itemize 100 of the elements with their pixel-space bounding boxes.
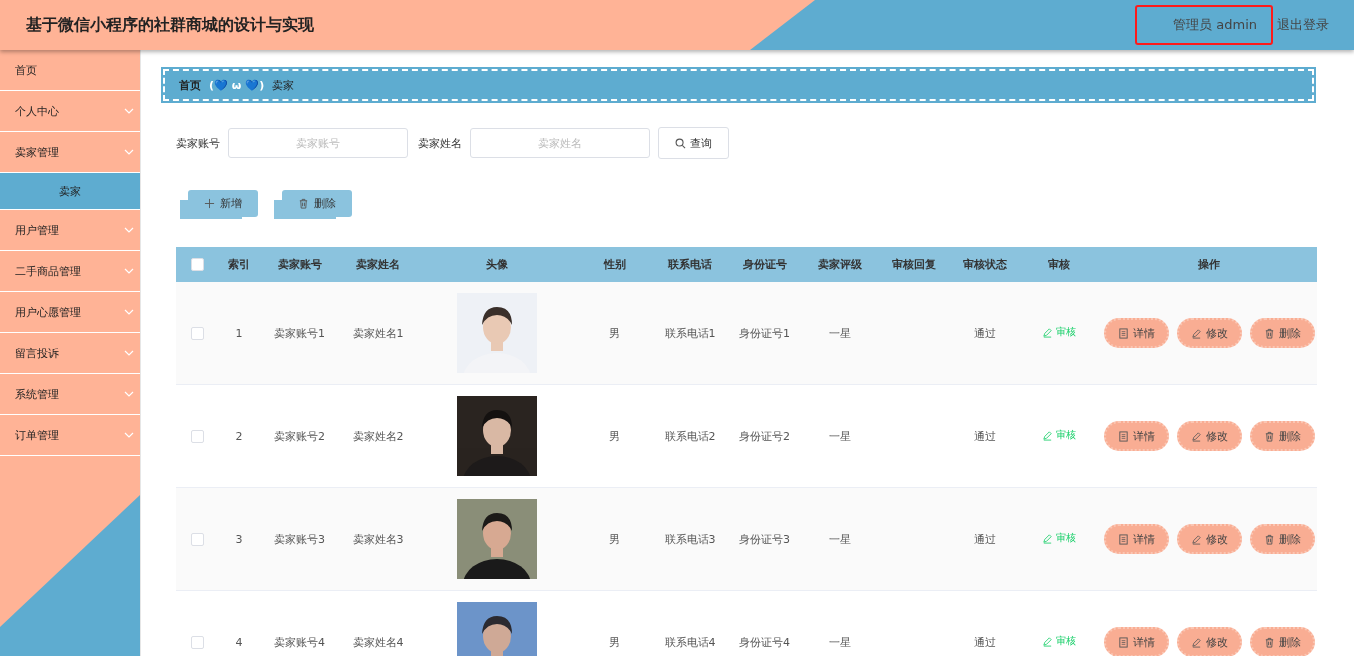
pencil-icon (1191, 533, 1202, 545)
column-header: 性别 (576, 247, 653, 282)
table-cell: 卖家账号1 (260, 282, 339, 385)
sidebar-item[interactable]: 用户管理 (0, 210, 140, 251)
trash-icon (1264, 327, 1275, 339)
table-cell: 一星 (802, 487, 877, 591)
row-checkbox[interactable] (190, 532, 204, 546)
table-cell: 卖家账号3 (260, 487, 339, 591)
table-cell: 男 (576, 282, 653, 385)
search-icon (675, 137, 686, 149)
document-icon (1118, 430, 1129, 442)
table-cell: 通过 (951, 487, 1018, 591)
column-header: 身份证号 (727, 247, 802, 282)
plus-icon (204, 198, 215, 209)
table-cell: 男 (576, 487, 653, 591)
chevron-down-icon (124, 391, 134, 397)
table-cell: 男 (576, 590, 653, 656)
table-cell: 一星 (802, 282, 877, 385)
row-checkbox[interactable] (190, 326, 204, 340)
table-cell: 2 (218, 384, 260, 488)
breadcrumb-separator: (💙 ω 💙) (209, 78, 265, 92)
pencil-icon (1042, 326, 1053, 338)
delete-button[interactable]: 删除 (1250, 318, 1315, 348)
search-label: 卖家账号 (176, 135, 220, 151)
row-checkbox[interactable] (190, 635, 204, 649)
table-cell: 4 (218, 590, 260, 656)
trash-icon (1264, 636, 1275, 648)
column-header: 卖家账号 (260, 247, 339, 282)
table-cell: 卖家姓名2 (339, 384, 417, 488)
chevron-down-icon (124, 350, 134, 356)
column-header: 操作 (1100, 247, 1317, 282)
search-field[interactable]: 卖家姓名 (470, 128, 650, 158)
table-cell: 身份证号2 (727, 384, 802, 488)
table-cell: 身份证号1 (727, 282, 802, 385)
detail-button[interactable]: 详情 (1104, 524, 1169, 554)
sidebar-item[interactable]: 留言投诉 (0, 333, 140, 374)
sidebar-item[interactable]: 二手商品管理 (0, 251, 140, 292)
trash-icon (298, 198, 309, 209)
sidebar-item[interactable]: 用户心愿管理 (0, 292, 140, 333)
app-title: 基于微信小程序的社群商城的设计与实现 (26, 14, 314, 36)
document-icon (1118, 327, 1129, 339)
breadcrumb-home-link[interactable]: 首页 (179, 77, 201, 93)
table-cell: 通过 (951, 384, 1018, 488)
sidebar-subitem[interactable]: 卖家 (0, 173, 140, 210)
column-header: 审核 (1018, 247, 1100, 282)
document-icon (1118, 533, 1129, 545)
table-cell: 一星 (802, 384, 877, 488)
pencil-icon (1042, 635, 1053, 647)
column-header: 头像 (417, 247, 576, 282)
detail-button[interactable]: 详情 (1104, 421, 1169, 451)
chevron-down-icon (124, 227, 134, 233)
sidebar-item[interactable]: 订单管理 (0, 415, 140, 456)
chevron-down-icon (124, 108, 134, 114)
table-cell: 联系电话3 (653, 487, 727, 591)
column-header: 索引 (218, 247, 260, 282)
logout-link[interactable]: 退出登录 (1277, 16, 1329, 34)
table-cell: 男 (576, 384, 653, 488)
column-header: 审核状态 (951, 247, 1018, 282)
pencil-icon (1191, 327, 1202, 339)
edit-button[interactable]: 修改 (1177, 421, 1242, 451)
edit-button[interactable]: 修改 (1177, 318, 1242, 348)
detail-button[interactable]: 详情 (1104, 627, 1169, 656)
edit-button[interactable]: 修改 (1177, 524, 1242, 554)
edit-button[interactable]: 修改 (1177, 627, 1242, 656)
table-cell: 卖家姓名3 (339, 487, 417, 591)
breadcrumb-current: 卖家 (272, 77, 295, 93)
chevron-down-icon (124, 268, 134, 274)
trash-icon (1264, 430, 1275, 442)
table-cell: 联系电话4 (653, 590, 727, 656)
pencil-icon (1042, 532, 1053, 544)
column-header: 卖家评级 (802, 247, 877, 282)
chevron-down-icon (124, 432, 134, 438)
delete-button[interactable]: 删除 (1250, 524, 1315, 554)
column-header: 审核回复 (877, 247, 951, 282)
table-cell: 身份证号3 (727, 487, 802, 591)
select-all-checkbox[interactable] (190, 258, 204, 272)
table-cell: 卖家账号4 (260, 590, 339, 656)
trash-icon (1264, 533, 1275, 545)
row-checkbox[interactable] (190, 429, 204, 443)
delete-button[interactable]: 删除 (1250, 627, 1315, 656)
table-cell: 卖家姓名1 (339, 282, 417, 385)
table-cell: 卖家姓名4 (339, 590, 417, 656)
column-header: 联系电话 (653, 247, 727, 282)
sidebar-item[interactable]: 系统管理 (0, 374, 140, 415)
table-cell: 3 (218, 487, 260, 591)
detail-button[interactable]: 详情 (1104, 318, 1169, 348)
admin-user-label: 管理员 admin (1135, 5, 1273, 45)
pencil-icon (1191, 636, 1202, 648)
table-cell: 通过 (951, 282, 1018, 385)
table-cell: 身份证号4 (727, 590, 802, 656)
table-cell: 联系电话1 (653, 282, 727, 385)
table-cell: 一星 (802, 590, 877, 656)
sidebar-item[interactable]: 个人中心 (0, 91, 140, 132)
delete-button[interactable]: 删除 (1250, 421, 1315, 451)
search-button[interactable]: 查询 (658, 127, 729, 159)
table-cell: 通过 (951, 590, 1018, 656)
table-cell: 联系电话2 (653, 384, 727, 488)
table-cell: 卖家账号2 (260, 384, 339, 488)
sidebar-item[interactable]: 首页 (0, 50, 140, 91)
table-cell: 1 (218, 282, 260, 385)
